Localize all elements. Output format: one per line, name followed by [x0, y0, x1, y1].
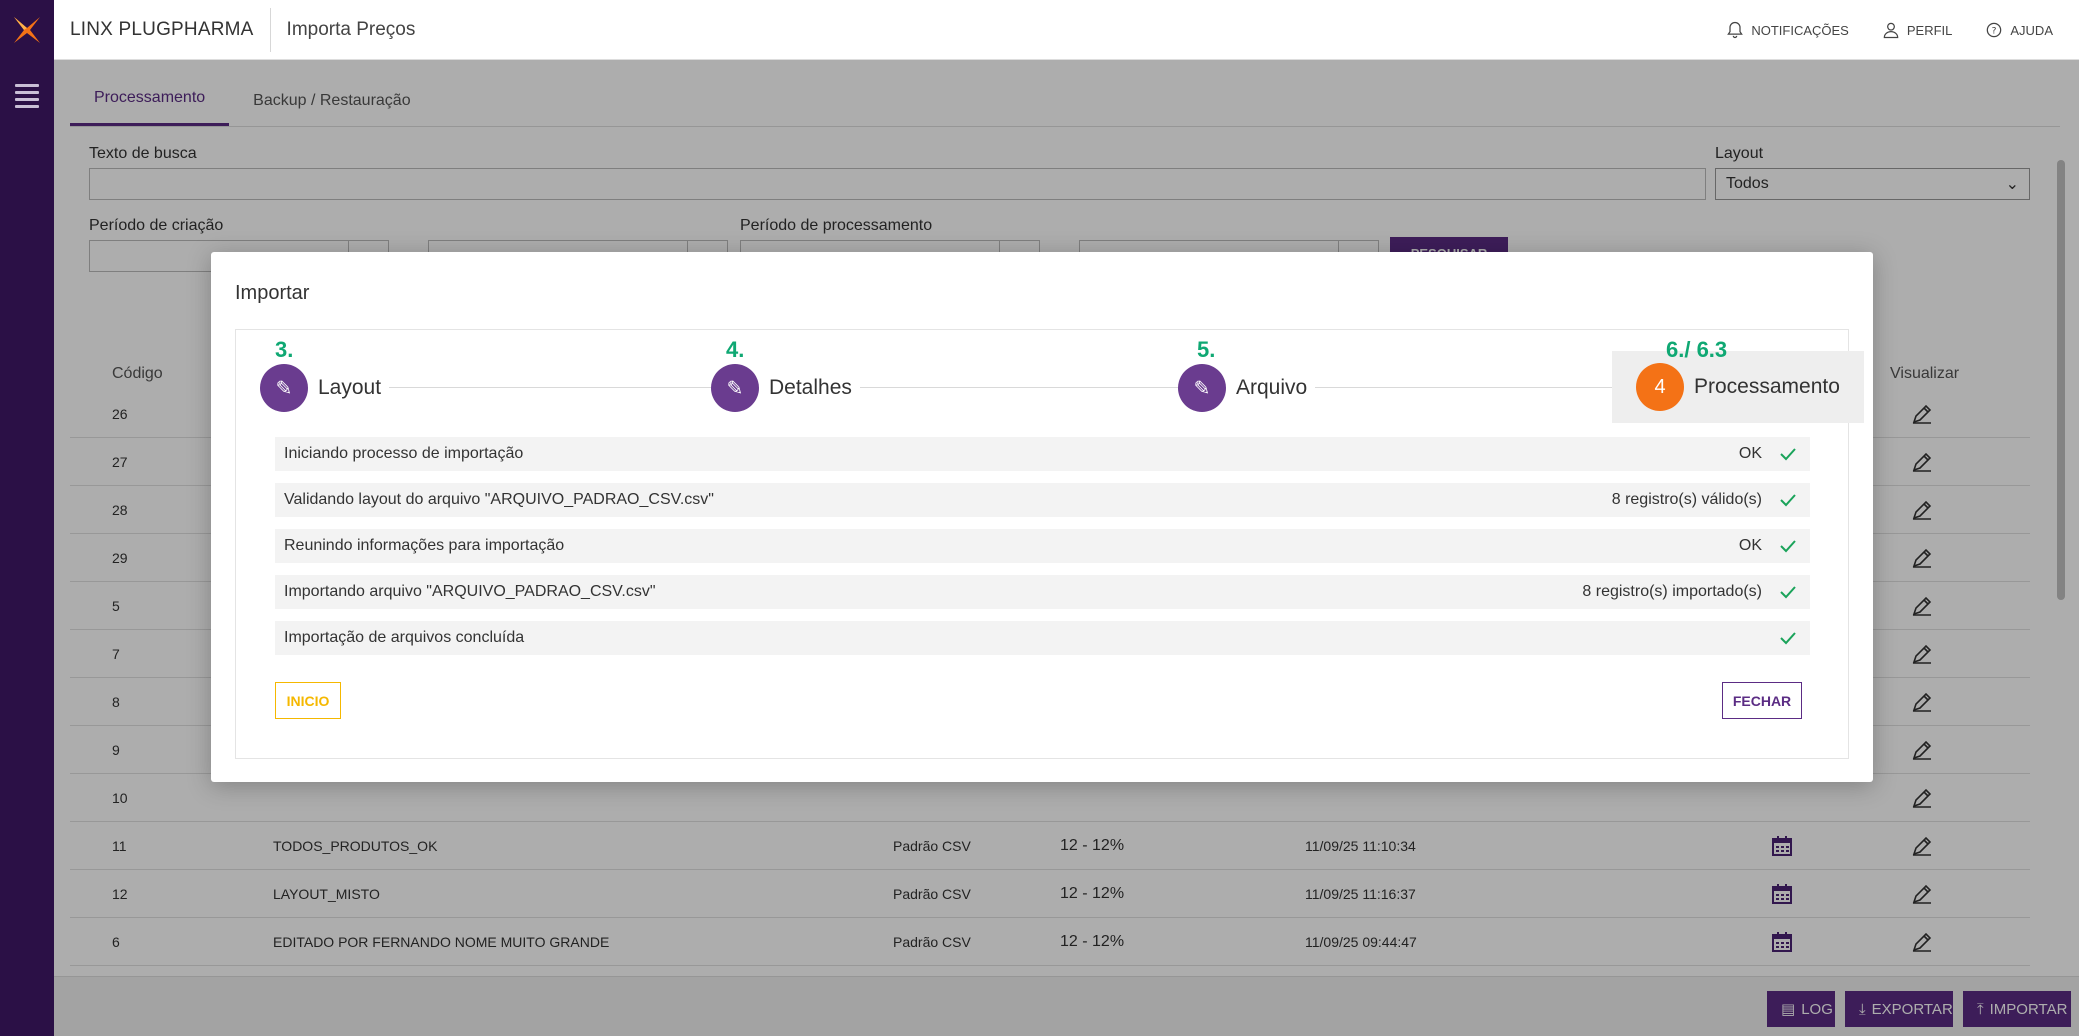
- log-row: Iniciando processo de importação OK: [275, 437, 1810, 471]
- step-annotation-layout: 3.: [275, 337, 294, 362]
- modal-title: Importar: [235, 282, 310, 304]
- notifications-button[interactable]: NOTIFICAÇÕES: [1725, 20, 1849, 40]
- step-layout-label: Layout: [318, 376, 382, 399]
- svg-text:?: ?: [1992, 25, 1997, 36]
- profile-label: PERFIL: [1906, 22, 1953, 38]
- step-annotation-details: 4.: [726, 337, 745, 362]
- log-row-status: 8 registro(s) válido(s): [1611, 491, 1762, 508]
- log-row-status: OK: [1738, 537, 1762, 554]
- checkmark-icon: [1780, 586, 1796, 599]
- top-bar: LINX PLUGPHARMA Importa Preços NOTIFICAÇ…: [54, 0, 2079, 60]
- pencil-icon: ✎: [260, 364, 308, 412]
- help-label: AJUDA: [2010, 22, 2053, 38]
- checkmark-icon: [1780, 448, 1796, 461]
- log-row-status: OK: [1738, 445, 1762, 462]
- log-row-text: Validando layout do arquivo "ARQUIVO_PAD…: [284, 491, 714, 508]
- log-row: Importação de arquivos concluída: [275, 621, 1810, 655]
- checkmark-icon: [1780, 494, 1796, 507]
- brand-name: LINX PLUGPHARMA: [70, 18, 254, 40]
- stepper-line: [306, 387, 1706, 388]
- page-title: Importa Preços: [286, 18, 416, 40]
- step-processing-badge: 4: [1636, 363, 1684, 411]
- log-row-text: Reunindo informações para importação: [284, 537, 565, 554]
- notifications-label: NOTIFICAÇÕES: [1751, 22, 1849, 38]
- linx-logo-icon: [14, 17, 40, 43]
- linx-logo[interactable]: [0, 0, 54, 60]
- brand-separator: [269, 7, 271, 52]
- step-details[interactable]: ✎ Detalhes: [711, 364, 860, 412]
- log-row-text: Importação de arquivos concluída: [284, 629, 525, 646]
- help-icon: ?: [1987, 22, 2002, 38]
- pencil-icon: ✎: [1178, 364, 1226, 412]
- step-annotation-processing: 6./ 6.3: [1666, 337, 1728, 362]
- close-button-label: FECHAR: [1732, 692, 1792, 709]
- step-layout[interactable]: ✎ Layout: [260, 364, 390, 412]
- checkmark-icon: [1780, 540, 1796, 553]
- bell-icon: [1727, 21, 1744, 39]
- top-actions: NOTIFICAÇÕES PERFIL ? AJUDA: [1725, 0, 2053, 60]
- menu-icon[interactable]: [15, 84, 39, 108]
- step-file[interactable]: ✎ Arquivo: [1178, 364, 1316, 412]
- step-annotation-file: 5.: [1197, 337, 1216, 362]
- step-processing-label: Processamento: [1694, 375, 1840, 398]
- step-details-label: Detalhes: [769, 376, 852, 399]
- start-button[interactable]: INICIO: [275, 682, 341, 719]
- log-row-status: 8 registro(s) importado(s): [1582, 583, 1762, 600]
- start-button-label: INICIO: [286, 692, 330, 709]
- log-row: Reunindo informações para importação OK: [275, 529, 1810, 563]
- close-button[interactable]: FECHAR: [1722, 682, 1802, 719]
- step-processing[interactable]: 4 Processamento: [1612, 351, 1864, 423]
- step-file-label: Arquivo: [1236, 376, 1308, 399]
- log-row: Validando layout do arquivo "ARQUIVO_PAD…: [275, 483, 1810, 517]
- user-icon: [1883, 22, 1899, 39]
- import-modal: Importar 3. ✎ Layout 4. ✎ Detalhes 5. ✎ …: [211, 252, 1873, 782]
- log-row: Importando arquivo "ARQUIVO_PADRAO_CSV.c…: [275, 575, 1810, 609]
- modal-panel: 3. ✎ Layout 4. ✎ Detalhes 5. ✎ Arquivo 4…: [235, 329, 1864, 759]
- log-row-text: Importando arquivo "ARQUIVO_PADRAO_CSV.c…: [284, 583, 656, 600]
- pencil-icon: ✎: [711, 364, 759, 412]
- log-row-text: Iniciando processo de importação: [284, 445, 524, 462]
- left-rail: [0, 0, 54, 1036]
- checkmark-icon: [1780, 632, 1796, 645]
- help-button[interactable]: ? AJUDA: [1984, 20, 2053, 40]
- profile-button[interactable]: PERFIL: [1881, 20, 1953, 40]
